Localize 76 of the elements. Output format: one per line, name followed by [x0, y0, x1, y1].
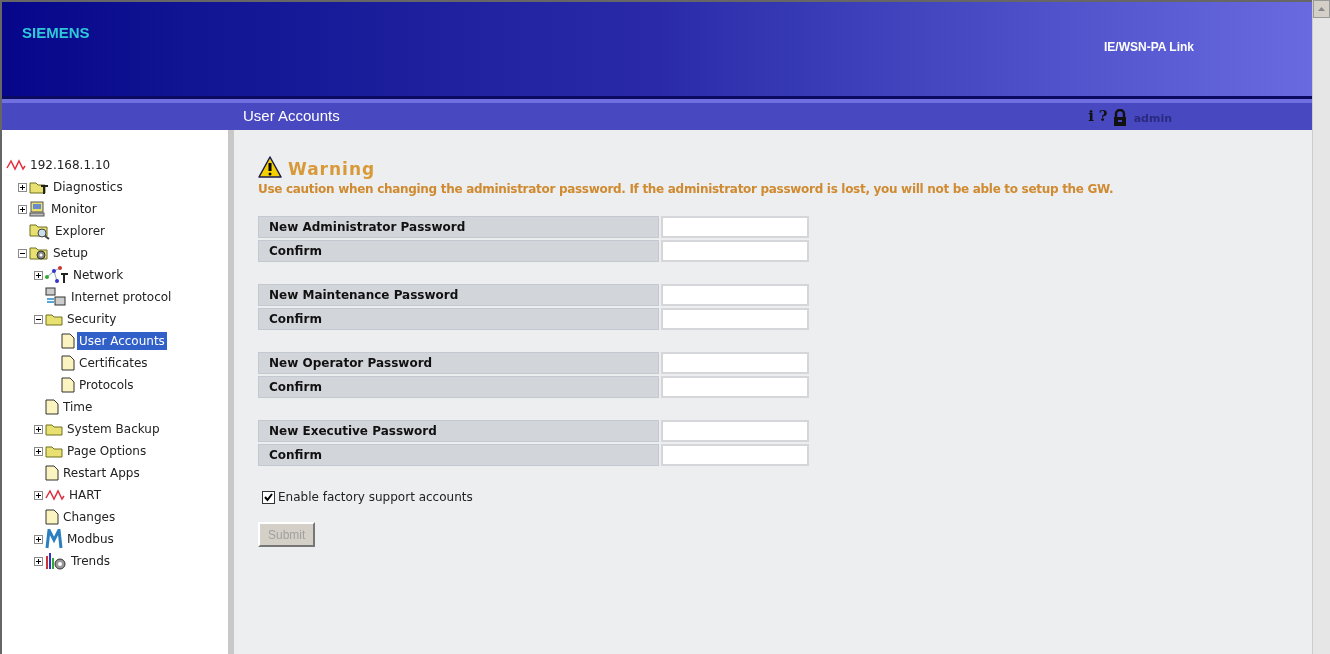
wave-icon [45, 488, 65, 502]
expand-icon[interactable] [34, 446, 43, 456]
tree-item[interactable]: Setup [51, 244, 90, 262]
network-icon [45, 266, 69, 284]
password-field[interactable] [661, 420, 809, 442]
expand-icon[interactable] [34, 270, 43, 280]
folder-tools-icon [29, 179, 49, 195]
field-label: New Executive Password [258, 420, 659, 442]
checkbox-label: Enable factory support accounts [278, 489, 473, 506]
page-icon [61, 333, 75, 349]
field-label: New Operator Password [258, 352, 659, 374]
brand-logo-text: SIEMENS [22, 23, 90, 43]
tree-item[interactable]: Protocols [77, 376, 136, 394]
field-label: New Administrator Password [258, 216, 659, 238]
password-field[interactable] [661, 284, 809, 306]
tree-item[interactable]: Restart Apps [61, 464, 142, 482]
tree-item[interactable]: Modbus [65, 530, 116, 548]
modbus-icon [45, 529, 63, 549]
folder-icon [45, 444, 63, 458]
folder-gear-icon [29, 245, 49, 261]
expand-icon[interactable] [34, 534, 43, 544]
computers-icon [45, 287, 67, 307]
monitor-icon [29, 201, 47, 217]
tree-item[interactable]: Network [71, 266, 126, 284]
user-name: admin [1133, 111, 1172, 128]
checkbox[interactable] [262, 490, 275, 504]
password-field[interactable] [661, 376, 809, 398]
tree-item[interactable]: Trends [69, 552, 113, 570]
expand-icon[interactable] [34, 424, 43, 434]
page-icon [45, 509, 59, 525]
tree-item[interactable]: HART [67, 486, 104, 504]
tree-item[interactable]: 192.168.1.10 [28, 156, 113, 174]
field-label: Confirm [258, 308, 659, 330]
tree-item[interactable]: User Accounts [77, 332, 167, 350]
scrollbar[interactable] [1312, 0, 1330, 654]
field-label: New Maintenance Password [258, 284, 659, 306]
tree-item[interactable]: Changes [61, 508, 118, 526]
field-label: Confirm [258, 240, 659, 262]
warning-icon [258, 156, 282, 178]
page-icon [61, 377, 75, 393]
tree-item[interactable]: Explorer [53, 222, 107, 240]
folder-icon [45, 422, 63, 436]
tree-item[interactable]: Time [61, 398, 95, 416]
warning-message: Use caution when changing the administrator password. If the administrator password is lost, you will not be able to setup the GW. [258, 181, 1115, 198]
password-field[interactable] [661, 216, 809, 238]
folder-magnifier-icon [29, 222, 51, 240]
expand-icon[interactable] [34, 556, 43, 566]
tree-item[interactable]: Page Options [65, 442, 149, 460]
page-icon [61, 355, 75, 371]
tree-item[interactable]: Certificates [77, 354, 150, 372]
tree-item[interactable]: Security [65, 310, 119, 328]
tree-item[interactable]: Internet protocol [69, 288, 174, 306]
wave-icon [6, 158, 26, 172]
warning-title: Warning [288, 161, 376, 178]
tree-item[interactable]: System Backup [65, 420, 162, 438]
password-field[interactable] [661, 352, 809, 374]
password-field[interactable] [661, 308, 809, 330]
tree-item[interactable]: Diagnostics [51, 178, 125, 196]
product-name: IE/WSN-PA Link [1104, 39, 1194, 56]
collapse-icon[interactable] [18, 248, 27, 258]
tree-item[interactable]: Monitor [49, 200, 99, 218]
password-field[interactable] [661, 240, 809, 262]
page-icon [45, 465, 59, 481]
collapse-icon[interactable] [34, 314, 43, 324]
checkmark-icon [264, 492, 273, 502]
expand-icon[interactable] [18, 204, 27, 214]
lock-icon[interactable] [1112, 108, 1127, 126]
page-title: User Accounts [243, 106, 340, 127]
folder-icon [45, 312, 63, 326]
expand-icon[interactable] [18, 182, 27, 192]
field-label: Confirm [258, 376, 659, 398]
expand-icon[interactable] [34, 490, 43, 500]
field-label: Confirm [258, 444, 659, 466]
password-field[interactable] [661, 444, 809, 466]
page-icon [45, 399, 59, 415]
bar-chart-gear-icon [45, 552, 67, 570]
